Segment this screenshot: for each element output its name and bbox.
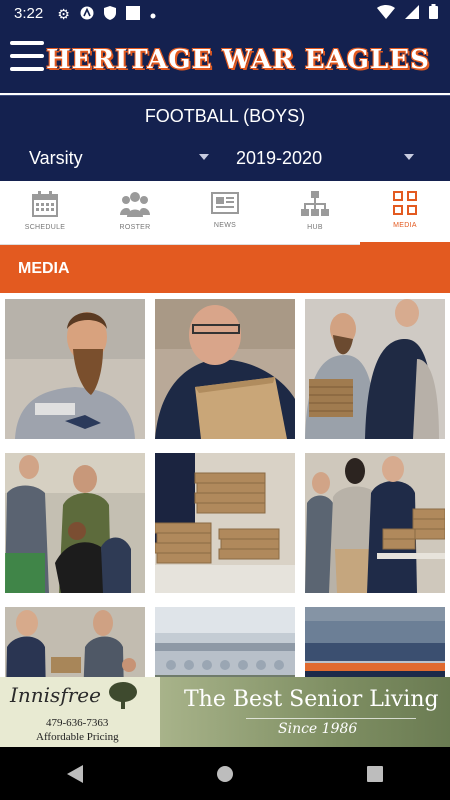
tab-label: MEDIA <box>393 222 417 229</box>
media-thumbnail[interactable] <box>5 607 145 677</box>
grid-icon <box>393 191 417 215</box>
team-panel: FOOTBALL (BOYS) Varsity 2019-2020 <box>0 95 450 181</box>
signal-icon <box>405 4 419 23</box>
newspaper-icon <box>211 191 239 215</box>
sport-name: FOOTBALL (BOYS) <box>144 106 306 126</box>
status-bar: 3:22 ⚙ <box>0 0 450 27</box>
tab-label: ROSTER <box>119 224 151 231</box>
media-thumbnail[interactable] <box>155 453 295 593</box>
home-icon[interactable] <box>205 754 245 794</box>
hamburger-icon[interactable] <box>10 41 44 71</box>
battery-icon <box>429 4 438 23</box>
status-time: 3:22 <box>14 5 44 22</box>
dropdown-arrow-icon <box>199 154 209 160</box>
season-value: 2019-2020 <box>236 147 323 168</box>
dropdown-arrow-icon <box>404 154 414 160</box>
ad-right-panel: The Best Senior Living Since 1986 <box>160 677 450 747</box>
ad-headline: The Best Senior Living <box>184 687 439 712</box>
media-thumbnail[interactable] <box>305 453 445 593</box>
ad-brand: Innisfree <box>10 683 101 707</box>
ad-banner[interactable]: Innisfree 479-636-7363 Affordable Pricin… <box>0 677 450 747</box>
tab-news[interactable]: NEWS <box>180 181 270 244</box>
tab-roster[interactable]: ROSTER <box>90 181 180 244</box>
square-icon <box>125 5 140 22</box>
ad-tagline: Affordable Pricing <box>36 731 119 743</box>
season-select[interactable]: 2019-2020 <box>236 144 414 172</box>
shield-icon <box>103 5 116 22</box>
people-icon <box>120 191 150 217</box>
level-value: Varsity <box>29 147 83 168</box>
system-nav-bar <box>0 747 450 800</box>
media-thumbnail[interactable] <box>5 453 145 593</box>
hierarchy-icon <box>301 191 329 217</box>
ad-left-panel: Innisfree 479-636-7363 Affordable Pricin… <box>0 677 160 747</box>
gear-icon: ⚙ <box>57 5 70 22</box>
level-select[interactable]: Varsity <box>29 144 209 172</box>
wifi-icon <box>377 4 395 23</box>
tab-hub[interactable]: HUB <box>270 181 360 244</box>
section-title: MEDIA <box>0 245 450 293</box>
media-thumbnail[interactable] <box>5 299 145 439</box>
media-thumbnail[interactable] <box>155 607 295 677</box>
calendar-icon <box>32 191 58 217</box>
media-grid <box>0 293 450 677</box>
recents-icon[interactable] <box>355 754 395 794</box>
tab-schedule[interactable]: SCHEDULE <box>0 181 90 244</box>
app-a-icon <box>80 6 94 22</box>
tree-logo-icon <box>108 681 138 716</box>
tab-bar: SCHEDULE ROSTER NEWS HUB MEDIA <box>0 181 450 245</box>
media-thumbnail[interactable] <box>305 299 445 439</box>
tab-media[interactable]: MEDIA <box>360 181 450 245</box>
tab-label: HUB <box>307 224 323 231</box>
tab-label: SCHEDULE <box>24 224 66 231</box>
tab-label: NEWS <box>213 222 237 229</box>
back-icon[interactable] <box>55 754 95 794</box>
media-thumbnail[interactable] <box>155 299 295 439</box>
app-title: HERITAGE WAR EAGLES <box>46 45 430 75</box>
dot-icon <box>150 7 156 21</box>
app-header: HERITAGE WAR EAGLES <box>0 27 450 93</box>
ad-since: Since 1986 <box>278 721 358 737</box>
media-thumbnail[interactable] <box>305 607 445 677</box>
ad-phone: 479-636-7363 <box>46 717 109 729</box>
ad-divider <box>246 718 416 719</box>
